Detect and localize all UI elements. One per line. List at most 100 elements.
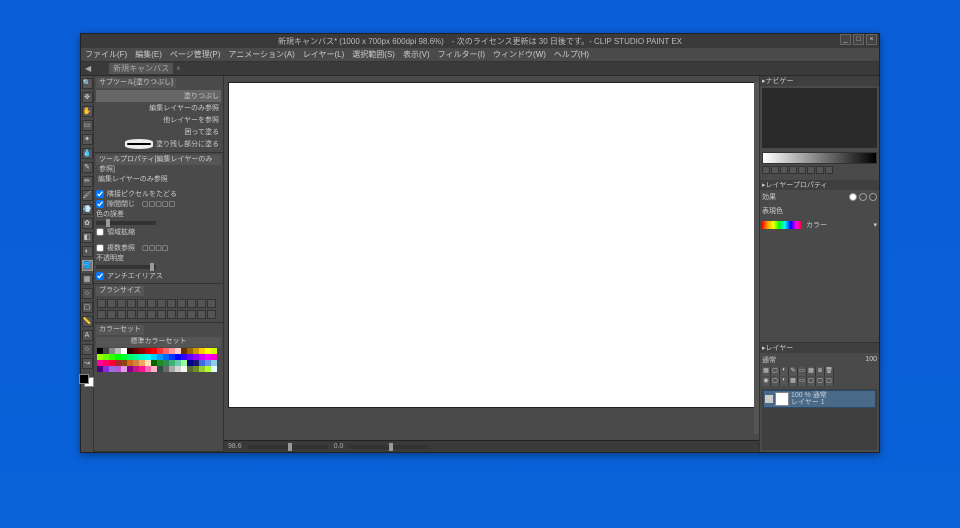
subtool-tab[interactable]: サブツール[塗りつぶし]	[96, 78, 176, 88]
menu-file[interactable]: ファイル(F)	[85, 49, 127, 60]
tool-text[interactable]: A	[82, 330, 93, 341]
tool-brush[interactable]: 🖌	[82, 190, 93, 201]
layer-name: 100 % 通常 レイヤー 1	[791, 392, 827, 406]
brush-size-row-2[interactable]	[96, 309, 221, 320]
tool-fill[interactable]: 🪣	[82, 260, 93, 271]
tool-shape[interactable]: ○	[82, 288, 93, 299]
chk-multiref[interactable]: 複数参照▢▢▢▢	[96, 243, 221, 253]
tool-select-rect[interactable]: ▭	[82, 120, 93, 131]
tool-gradient[interactable]: ▦	[82, 274, 93, 285]
color-mode-row[interactable]: カラー ▾	[760, 218, 879, 232]
layer-opacity[interactable]: 100	[865, 356, 877, 363]
tool-balloon[interactable]: ○	[82, 344, 93, 355]
lbl-tolerance: 色の誤差	[96, 209, 221, 219]
blend-mode[interactable]: 通常	[762, 355, 776, 365]
colorset-tab[interactable]: カラーセット	[96, 325, 144, 335]
brush-size-row-1[interactable]	[96, 298, 221, 309]
menu-help[interactable]: ヘルプ(H)	[554, 49, 589, 60]
status-bar: 98.6 0.0	[224, 440, 759, 452]
rotate-slider[interactable]	[349, 445, 429, 449]
chk-gap-close[interactable]: 隙間閉じ▢▢▢▢▢	[96, 199, 221, 209]
zoom-slider[interactable]	[248, 445, 328, 449]
window-title: 新規キャンバス* (1000 x 700px 600dpi 98.6%) - 次…	[278, 36, 682, 47]
subtool-item-other[interactable]: 他レイヤーを参照	[96, 114, 221, 126]
chk-area-scale[interactable]: 領域拡縮	[96, 227, 221, 237]
subtool-panel: サブツール[塗りつぶし] 塗りつぶし 編集レイヤーのみ参照 他レイヤーを参照 囲…	[94, 76, 223, 153]
menu-animation[interactable]: アニメーション(A)	[228, 49, 294, 60]
expression-row: 表現色	[760, 204, 879, 218]
color-mode-label: カラー	[806, 220, 827, 230]
fx-mode-icons[interactable]	[849, 193, 877, 201]
chk-antialias[interactable]: アンチエイリアス	[96, 271, 221, 281]
subtool-item-edit-only[interactable]: 編集レイヤーのみ参照	[96, 102, 221, 114]
expr-label: 表現色	[762, 206, 783, 216]
window-controls: _ □ ×	[840, 34, 877, 45]
menu-layer[interactable]: レイヤー(L)	[303, 49, 345, 60]
tool-blend[interactable]: ◐	[82, 246, 93, 257]
layer-panel: ▸ レイヤー 通常 100 ▦▢◐✎▭▦⊕🗑 ◉▢◐▦▭▢▢▢ 100 % 通常…	[760, 342, 879, 453]
status-zoom: 98.6	[228, 443, 242, 450]
menu-edit[interactable]: 編集(E)	[135, 49, 162, 60]
subtool-item-enclose[interactable]: 囲って塗る	[96, 126, 221, 138]
layer-item-1[interactable]: 100 % 通常 レイヤー 1	[763, 390, 876, 408]
tool-correct[interactable]: ↝	[82, 358, 93, 369]
navigator-tab[interactable]: ▸ ナビゲー	[760, 76, 879, 86]
tool-hand[interactable]: ✋	[82, 106, 93, 117]
maximize-button[interactable]: □	[853, 34, 864, 45]
tool-dropper[interactable]: 💧	[82, 148, 93, 159]
tool-wand[interactable]: ✦	[82, 134, 93, 145]
tool-eraser[interactable]: ◧	[82, 232, 93, 243]
layers-tab[interactable]: ▸ レイヤー	[760, 343, 879, 353]
tab-close-icon[interactable]: ×	[176, 64, 181, 73]
tool-move[interactable]: ✥	[82, 92, 93, 103]
layer-list: 100 % 通常 レイヤー 1	[762, 389, 877, 451]
brush-tab[interactable]: ブラシサイズ	[96, 286, 144, 296]
canvas-viewport	[224, 76, 759, 440]
tool-palette: 🔍 ✥ ✋ ▭ ✦ 💧 ✎ ✏ 🖌 💨 ✿ ◧ ◐ 🪣 ▦ ○ ▢ 📏 A ○ …	[81, 76, 94, 452]
slider-tolerance[interactable]	[96, 221, 156, 225]
tool-pen[interactable]: ✎	[82, 162, 93, 173]
menu-page[interactable]: ページ管理(P)	[170, 49, 221, 60]
vertical-scrollbar[interactable]	[754, 82, 759, 434]
tool-airbrush[interactable]: 💨	[82, 204, 93, 215]
work-area: 🔍 ✥ ✋ ▭ ✦ 💧 ✎ ✏ 🖌 💨 ✿ ◧ ◐ 🪣 ▦ ○ ▢ 📏 A ○ …	[81, 76, 879, 452]
brush-size-panel: ブラシサイズ	[94, 284, 223, 323]
menu-view[interactable]: 表示(V)	[403, 49, 430, 60]
toolprop-head: 編集レイヤーのみ参照	[96, 173, 221, 185]
visibility-icon[interactable]	[765, 395, 773, 403]
subtool-item-leftover[interactable]: 塗り残し部分に塗る	[96, 138, 221, 150]
fx-row: 効果	[760, 190, 879, 204]
layer-toolbar-2[interactable]: ◉▢◐▦▭▢▢▢	[760, 377, 879, 387]
fg-color-swatch[interactable]	[79, 374, 89, 384]
gradient-controls[interactable]	[762, 166, 877, 176]
document-tab[interactable]: 新規キャンバス	[109, 63, 173, 74]
tool-deco[interactable]: ✿	[82, 218, 93, 229]
tool-loupe[interactable]: 🔍	[82, 78, 93, 89]
layer-toolbar[interactable]: ▦▢◐✎▭▦⊕🗑	[760, 367, 879, 377]
menu-filter[interactable]: フィルター(I)	[438, 49, 485, 60]
slider-opacity[interactable]	[96, 265, 156, 269]
menu-window[interactable]: ウィンドウ(W)	[493, 49, 546, 60]
navigator-preview[interactable]	[762, 88, 877, 148]
subtool-item-fill[interactable]: 塗りつぶし	[96, 90, 221, 102]
tool-ruler[interactable]: 📏	[82, 316, 93, 327]
fg-bg-colors[interactable]	[79, 374, 95, 388]
minimize-button[interactable]: _	[840, 34, 851, 45]
color-swatch[interactable]	[211, 366, 217, 372]
canvas[interactable]	[228, 82, 755, 408]
close-button[interactable]: ×	[866, 34, 877, 45]
toolprop-tab[interactable]: ツールプロパティ[編集レイヤーのみ参照]	[96, 155, 221, 165]
tool-pencil[interactable]: ✏	[82, 176, 93, 187]
tool-frame[interactable]: ▢	[82, 302, 93, 313]
color-swatches[interactable]	[96, 347, 221, 373]
status-angle: 0.0	[334, 443, 344, 450]
color-set-panel: カラーセット 標準カラーセット	[94, 323, 223, 452]
colorset-head[interactable]: 標準カラーセット	[96, 337, 221, 347]
layerprop-tab[interactable]: ▸ レイヤープロパティ	[760, 180, 879, 190]
chk-adjacent[interactable]: 隣接ピクセルをたどる	[96, 189, 221, 199]
right-dock: ▸ ナビゲー ▸ レイヤープロパティ 効果 表現色 カラー ▾ ▸ レイヤー	[759, 76, 879, 452]
menu-selection[interactable]: 選択範囲(S)	[352, 49, 395, 60]
layer-blend-row[interactable]: 通常 100	[760, 353, 879, 367]
fx-label: 効果	[762, 192, 776, 202]
gradient-preview[interactable]	[762, 152, 877, 164]
